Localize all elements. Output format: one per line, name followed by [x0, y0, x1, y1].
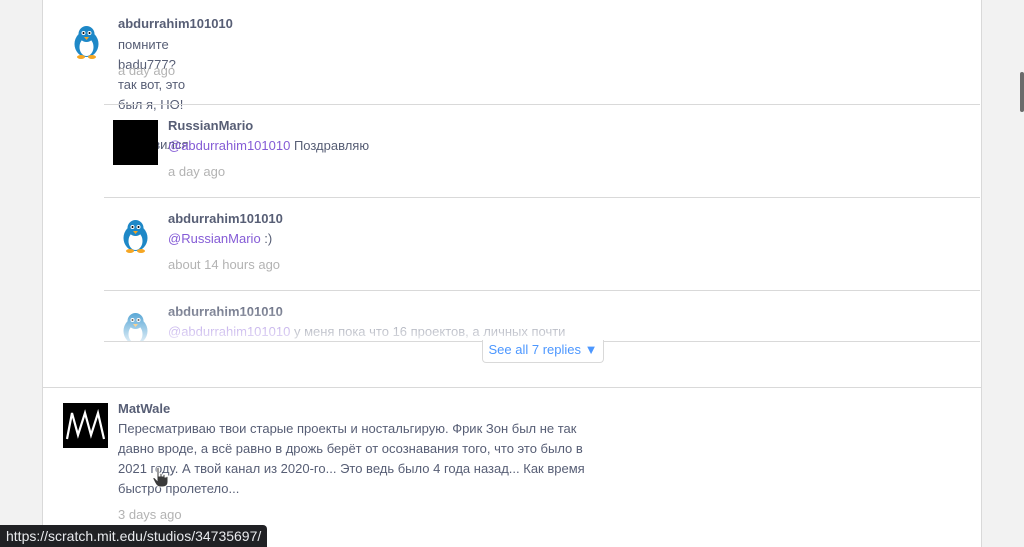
see-all-replies-button[interactable]: See all 7 replies ▼	[482, 340, 604, 363]
mention-link[interactable]: @abdurrahim101010	[168, 324, 290, 339]
comment-username[interactable]: MatWale	[118, 401, 170, 416]
browser-status-url: https://scratch.mit.edu/studios/34735697…	[0, 525, 268, 547]
penguin-avatar-icon[interactable]	[113, 305, 158, 342]
hand-pointer-icon	[152, 466, 169, 488]
reply-text: @abdurrahim101010 у меня пока что 16 про…	[168, 322, 565, 342]
comment-time: 3 days ago	[118, 507, 182, 522]
reply-username[interactable]: abdurrahim101010	[168, 304, 283, 319]
reply-body: у меня пока что 16 проектов, а личных по…	[290, 324, 566, 339]
comment-divider	[42, 387, 981, 388]
comment-text: Пересматриваю твои старые проекты и ност…	[118, 421, 585, 496]
reply: abdurrahim101010 @abdurrahim101010 у мен…	[0, 0, 1024, 342]
user-avatar[interactable]	[63, 403, 108, 448]
mw-logo-icon	[63, 403, 108, 448]
